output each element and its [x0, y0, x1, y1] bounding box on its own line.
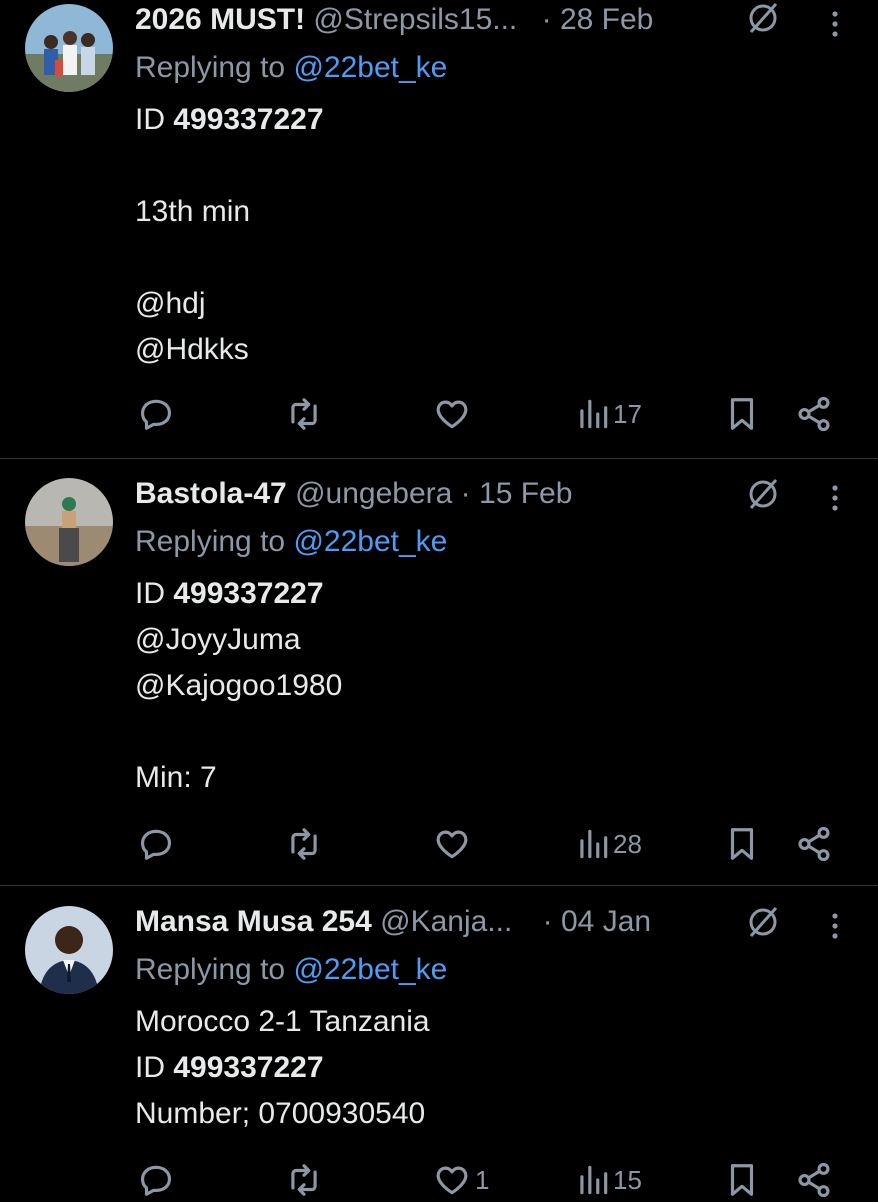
like-button[interactable]: 1: [433, 1158, 489, 1202]
separator-dot: ·: [542, 905, 553, 938]
share-button[interactable]: [795, 822, 833, 866]
replying-to-line: Replying to @22bet_ke: [135, 950, 447, 990]
mention-link[interactable]: @hdj: [135, 284, 206, 324]
retweet-icon: [291, 1164, 317, 1196]
replying-to-mention[interactable]: @22bet_ke: [293, 525, 447, 558]
grok-icon[interactable]: [745, 476, 781, 512]
replying-to-label: Replying to: [135, 953, 294, 986]
tweet-text-line: Morocco 2-1 Tanzania: [135, 1005, 430, 1038]
reply-icon: [140, 829, 172, 860]
id-label: ID: [135, 577, 174, 610]
heart-icon: [436, 830, 468, 859]
tweet-date[interactable]: 04 Jan: [561, 905, 651, 938]
share-icon: [798, 396, 830, 432]
retweet-button[interactable]: [285, 822, 323, 866]
retweet-icon: [291, 398, 317, 430]
reply-icon: [140, 399, 172, 430]
tweet-id-line: ID 499337227: [135, 100, 324, 140]
reply-button[interactable]: [137, 392, 175, 436]
id-value: 499337227: [173, 1051, 324, 1084]
views-count: 28: [613, 828, 642, 859]
share-icon: [798, 1162, 830, 1198]
replying-to-line: Replying to @22bet_ke: [135, 522, 447, 562]
share-button[interactable]: [795, 1158, 833, 1202]
tweet-date[interactable]: 15 Feb: [479, 477, 572, 510]
display-name[interactable]: Bastola-47: [135, 477, 287, 510]
tweet[interactable]: Bastola-47 @ungebera · 15 Feb Replying t…: [0, 474, 878, 884]
id-label: ID: [135, 1051, 174, 1084]
tweet-header: Mansa Musa 254 @Kanja... · 04 Jan: [135, 902, 651, 942]
replying-to-label: Replying to: [135, 51, 294, 84]
replying-to-mention[interactable]: @22bet_ke: [293, 953, 447, 986]
retweet-button[interactable]: [285, 392, 323, 436]
action-bar: 17: [135, 392, 878, 436]
tweet-date[interactable]: 28 Feb: [560, 3, 653, 36]
id-value: 499337227: [173, 103, 324, 136]
replying-to-mention[interactable]: @22bet_ke: [293, 51, 447, 84]
share-button[interactable]: [795, 392, 833, 436]
user-handle[interactable]: @Strepsils15...: [313, 3, 517, 36]
heart-icon: [436, 400, 468, 429]
more-icon[interactable]: [830, 10, 840, 40]
reply-icon: [140, 1165, 172, 1196]
reply-button[interactable]: [137, 1158, 175, 1202]
views-button[interactable]: 28: [577, 822, 642, 866]
reply-button[interactable]: [137, 822, 175, 866]
share-icon: [798, 826, 830, 862]
action-bar: 28: [135, 822, 878, 866]
retweet-button[interactable]: [285, 1158, 323, 1202]
tweet-id-line: ID 499337227: [135, 574, 324, 614]
mention-link[interactable]: @Kajogoo1980: [135, 666, 342, 706]
tweet-id-line: ID 499337227: [135, 1048, 324, 1088]
avatar[interactable]: [25, 4, 113, 92]
tweet-header: 2026 MUST! @Strepsils15... · 28 Feb: [135, 0, 653, 40]
views-count: 15: [613, 1164, 642, 1195]
replying-to-line: Replying to @22bet_ke: [135, 48, 447, 88]
avatar[interactable]: [25, 906, 113, 994]
divider: [0, 458, 878, 459]
tweet-text-line: Min: 7: [135, 761, 217, 794]
bookmark-icon: [730, 828, 754, 860]
tweet-header: Bastola-47 @ungebera · 15 Feb: [135, 474, 572, 514]
separator-dot: ·: [541, 3, 552, 36]
retweet-icon: [291, 828, 317, 860]
id-value: 499337227: [173, 577, 324, 610]
separator-dot: ·: [460, 477, 471, 510]
bookmark-button[interactable]: [723, 822, 761, 866]
mention-link[interactable]: @Hdkks: [135, 330, 249, 370]
tweet-text-line: Number; 0700930540: [135, 1097, 426, 1130]
views-icon: [580, 1165, 608, 1195]
display-name[interactable]: 2026 MUST!: [135, 3, 305, 36]
views-icon: [580, 829, 608, 859]
bookmark-icon: [730, 1164, 754, 1196]
tweet[interactable]: Mansa Musa 254 @Kanja... · 04 Jan Replyi…: [0, 902, 878, 1200]
views-icon: [580, 399, 608, 429]
bookmark-button[interactable]: [723, 1158, 761, 1202]
like-button[interactable]: [433, 392, 475, 436]
views-count: 17: [613, 398, 642, 429]
id-label: ID: [135, 103, 174, 136]
display-name[interactable]: Mansa Musa 254: [135, 905, 372, 938]
views-button[interactable]: 15: [577, 1158, 642, 1202]
heart-icon: [436, 1166, 468, 1195]
mention-link[interactable]: @JoyyJuma: [135, 620, 301, 660]
user-handle[interactable]: @ungebera: [295, 477, 452, 510]
views-button[interactable]: 17: [577, 392, 642, 436]
grok-icon[interactable]: [745, 904, 781, 940]
bookmark-icon: [730, 398, 754, 430]
tweet-text-line: 13th min: [135, 195, 251, 228]
like-button[interactable]: [433, 822, 475, 866]
more-icon[interactable]: [830, 484, 840, 514]
user-handle[interactable]: @Kanja...: [380, 905, 512, 938]
like-count: 1: [475, 1164, 490, 1195]
grok-icon[interactable]: [745, 0, 781, 36]
more-icon[interactable]: [830, 912, 840, 942]
tweet[interactable]: 2026 MUST! @Strepsils15... · 28 Feb Repl…: [0, 0, 878, 458]
bookmark-button[interactable]: [723, 392, 761, 436]
avatar[interactable]: [25, 478, 113, 566]
action-bar: 1 15: [135, 1158, 878, 1202]
divider: [0, 885, 878, 886]
replying-to-label: Replying to: [135, 525, 294, 558]
